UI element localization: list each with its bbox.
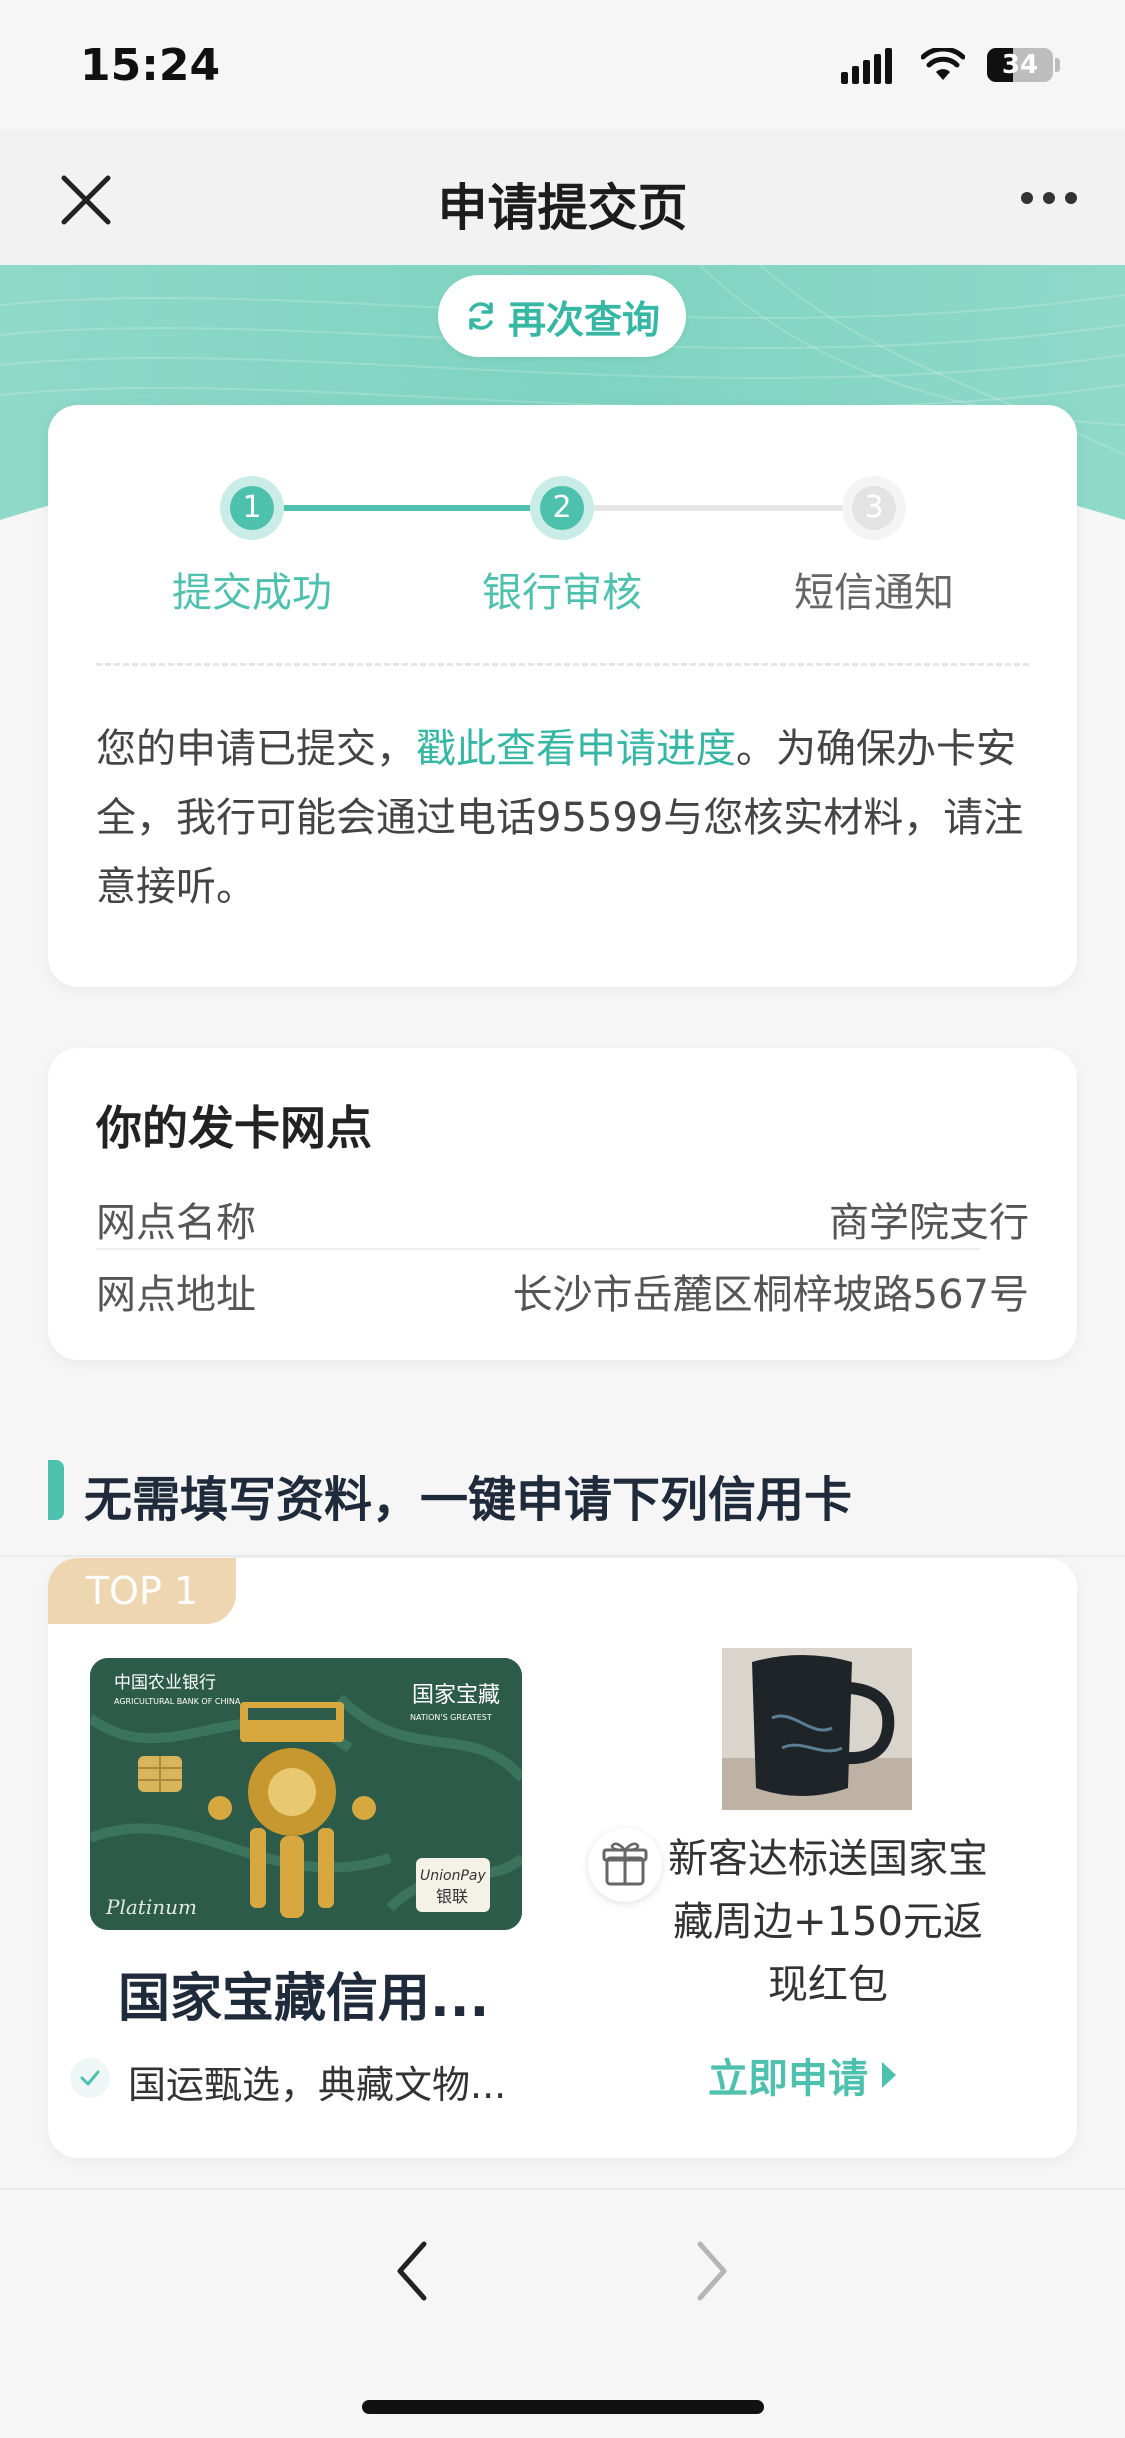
step-1-indicator: 1 — [220, 476, 284, 540]
bank-name-en: AGRICULTURAL BANK OF CHINA — [114, 1697, 241, 1706]
section-accent-bar — [48, 1460, 64, 1520]
requery-button[interactable]: 再次查询 — [438, 275, 686, 357]
branch-address-label: 网点地址 — [96, 1272, 256, 1318]
offer-card[interactable]: TOP 1 中国农业银行 AGRICULTURAL BANK OF CHINA … — [48, 1558, 1077, 2158]
status-time: 15:24 — [80, 40, 221, 91]
card-description: 国运甄选，典藏文物... — [128, 2063, 507, 2107]
credit-card-image[interactable]: 中国农业银行 AGRICULTURAL BANK OF CHINA 国家宝藏 N… — [90, 1658, 522, 1930]
card-tier: Platinum — [105, 1895, 197, 1919]
branch-name-label: 网点名称 — [96, 1200, 256, 1246]
branch-title: 你的发卡网点 — [96, 1101, 372, 1155]
rank-badge: TOP 1 — [48, 1558, 236, 1624]
gift-promo-text: 新客达标送国家宝藏周边+150元返现红包 — [668, 1836, 988, 2008]
step-3-indicator: 3 — [842, 476, 906, 540]
check-icon — [70, 2058, 110, 2098]
divider — [0, 1555, 1125, 1557]
bottom-nav-bar — [0, 2188, 1125, 2438]
progress-link[interactable]: 戳此查看申请进度 — [416, 726, 736, 772]
section-title: 无需填写资料，一键申请下列信用卡 — [84, 1472, 853, 1528]
notice-text: 您的申请已提交，戳此查看申请进度。为确保办卡安全，我行可能会通过电话95599与… — [96, 726, 1024, 910]
divider — [96, 663, 1029, 666]
step-1-label: 提交成功 — [172, 570, 332, 616]
step-2-label: 银行审核 — [482, 570, 642, 616]
step-3-label: 短信通知 — [794, 570, 954, 616]
nav-bar: 申请提交页 — [0, 130, 1125, 266]
branch-name-value: 商学院支行 — [829, 1200, 1029, 1246]
divider — [96, 1248, 981, 1250]
branch-card: 你的发卡网点 网点名称 商学院支行 网点地址 长沙市岳麓区桐梓坡路567号 — [48, 1048, 1077, 1360]
progress-card: 1 2 3 提交成功 银行审核 短信通知 您的申请已提交，戳此查看申请进度。为确… — [48, 405, 1077, 987]
forward-arrow-icon[interactable] — [692, 2236, 732, 2306]
card-name[interactable]: 国家宝藏信用... — [118, 1956, 489, 2031]
card-series-en: NATION'S GREATEST — [410, 1713, 492, 1722]
status-icons: 34 — [841, 42, 1081, 92]
mug-gift-image — [722, 1648, 912, 1810]
gift-icon — [588, 1828, 662, 1902]
apply-now-label: 立即申请 — [708, 2056, 868, 2102]
apply-now-button[interactable]: 立即申请 — [708, 2046, 898, 2104]
step-2-indicator: 2 — [530, 476, 594, 540]
signal-icon — [841, 42, 892, 92]
progress-track-pending — [562, 505, 874, 511]
wifi-icon — [921, 48, 965, 80]
unionpay-logo-en: UnionPay — [420, 1868, 486, 1884]
progress-track-done — [252, 505, 562, 511]
home-indicator — [362, 2400, 764, 2414]
branch-address-value: 长沙市岳麓区桐梓坡路567号 — [512, 1272, 1029, 1318]
bank-name-cn: 中国农业银行 — [114, 1673, 216, 1693]
page-title: 申请提交页 — [437, 179, 688, 237]
battery-level: 34 — [1001, 50, 1039, 80]
battery-icon: 34 — [987, 48, 1053, 82]
back-arrow-icon[interactable] — [392, 2236, 432, 2306]
more-icon[interactable] — [1019, 188, 1079, 208]
requery-label: 再次查询 — [507, 297, 660, 342]
triangle-right-icon — [882, 2062, 896, 2088]
card-series-cn: 国家宝藏 — [412, 1683, 500, 1708]
refresh-icon — [469, 302, 493, 330]
unionpay-logo-cn: 银联 — [436, 1887, 468, 1906]
